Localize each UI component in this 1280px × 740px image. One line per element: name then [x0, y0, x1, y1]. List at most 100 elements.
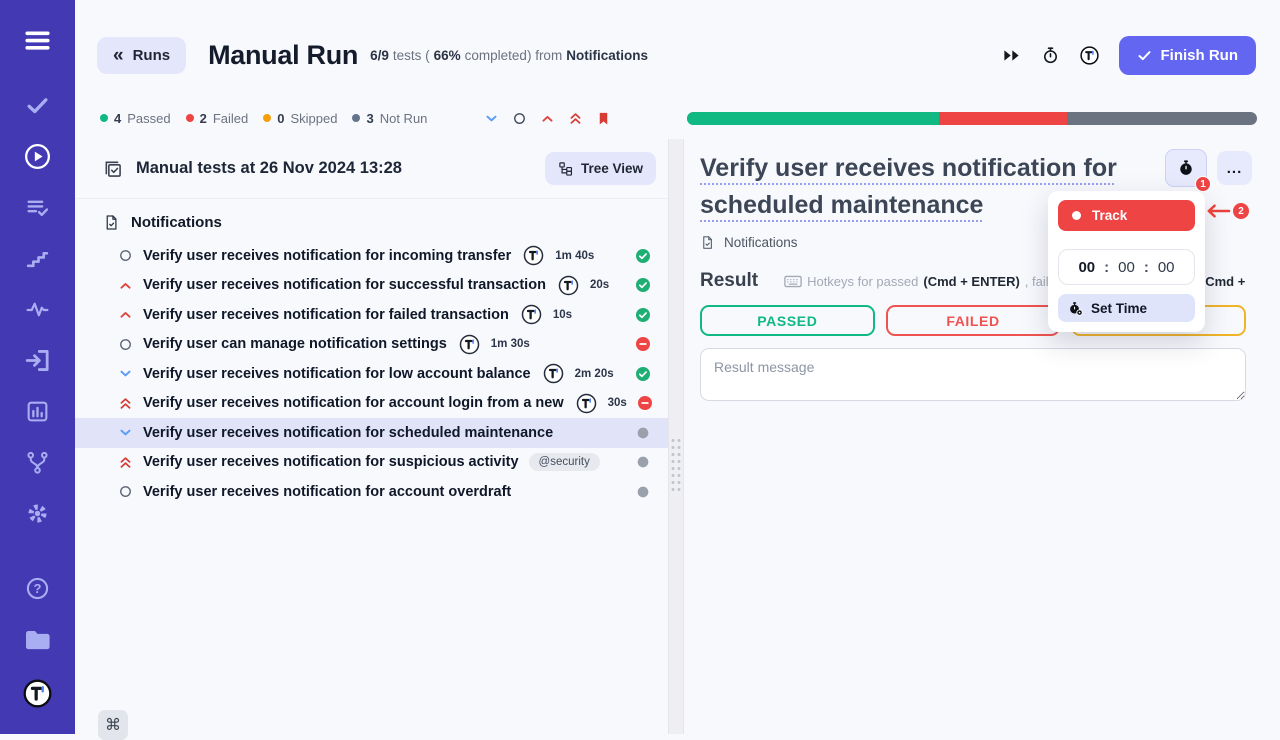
seconds-field[interactable]: 00: [1158, 259, 1175, 276]
test-duration: 20s: [590, 279, 609, 291]
passed-dot-icon: [100, 114, 108, 122]
testomat-badge-icon: [543, 363, 564, 384]
hours-field[interactable]: 00: [1078, 259, 1095, 276]
priority-normal-icon: [118, 248, 133, 263]
track-button[interactable]: Track: [1058, 200, 1195, 231]
result-message-input[interactable]: [700, 348, 1246, 401]
annotation-badge-1: 1: [1195, 176, 1211, 192]
test-row-selected[interactable]: Verify user receives notification for sc…: [75, 418, 668, 448]
steps-icon: [25, 246, 50, 271]
test-duration: 1m 30s: [491, 338, 530, 350]
minutes-field[interactable]: 00: [1118, 259, 1135, 276]
test-duration: 10s: [553, 309, 572, 321]
list-check-icon: [25, 195, 50, 220]
test-tag: @security: [529, 453, 600, 471]
testomat-badge-icon: [558, 275, 579, 296]
sidebar-item-help[interactable]: [18, 568, 58, 608]
priority-high-icon: [118, 307, 133, 322]
testomat-badge-icon: [459, 334, 480, 355]
clipboard-check-icon: [103, 159, 123, 179]
sidebar-item-branches[interactable]: [18, 442, 58, 482]
priority-high-icon: [118, 278, 133, 293]
priority-low-icon: [118, 425, 133, 440]
check-icon: [25, 93, 50, 118]
test-row[interactable]: Verify user receives notification for ac…: [75, 477, 668, 507]
fast-forward-button[interactable]: [1002, 46, 1021, 65]
question-circle-icon: [25, 576, 50, 601]
testomat-logo-icon: [23, 679, 52, 708]
testomat-logo-icon: [1080, 46, 1099, 65]
priority-critical-icon: [118, 396, 133, 411]
test-row[interactable]: Verify user receives notification for in…: [75, 241, 668, 271]
panel-splitter[interactable]: [668, 139, 684, 734]
test-row[interactable]: Verify user receives notification for su…: [75, 448, 668, 478]
filter-low-priority[interactable]: [484, 111, 499, 126]
circle-icon: [512, 111, 527, 126]
percent-completed: 66%: [434, 48, 461, 63]
ellipsis-icon: ...: [1227, 160, 1243, 177]
keyboard-icon: [784, 275, 802, 288]
filter-bookmark[interactable]: [596, 111, 611, 126]
set-time-button[interactable]: Set Time: [1058, 294, 1195, 322]
testomat-badge-icon: [521, 304, 542, 325]
run-progress-bar: [687, 112, 1257, 125]
command-shortcut-badge[interactable]: ⌘: [98, 710, 128, 740]
test-duration: 30s: [608, 397, 627, 409]
passed-result-button[interactable]: PASSED: [700, 305, 875, 336]
menu-button[interactable]: [18, 20, 58, 60]
result-label: Result: [700, 270, 758, 292]
run-progress-summary: 6/9 tests ( 66% completed) from Notifica…: [370, 48, 648, 63]
test-row[interactable]: Verify user receives notification for lo…: [75, 359, 668, 389]
test-row[interactable]: Verify user receives notification for fa…: [75, 300, 668, 330]
timer-button[interactable]: [1041, 46, 1060, 65]
filter-critical-priority[interactable]: [568, 111, 583, 126]
sidebar-item-analytics[interactable]: [18, 391, 58, 431]
result-failed-icon: [637, 395, 653, 411]
app-logo-button[interactable]: [1080, 46, 1099, 65]
filter-normal-priority[interactable]: [512, 111, 527, 126]
timer-popup: Track 00 : 00 : 00 Set Time: [1048, 191, 1205, 332]
sidebar-item-import[interactable]: [18, 340, 58, 380]
main-area: « Runs Manual Run 6/9 tests ( 66% comple…: [75, 0, 1280, 734]
priority-critical-icon: [118, 455, 133, 470]
priority-low-icon: [118, 366, 133, 381]
suite-group-header[interactable]: Notifications: [75, 210, 668, 241]
finish-run-button[interactable]: Finish Run: [1119, 36, 1257, 75]
sidebar-item-settings[interactable]: [18, 493, 58, 533]
sidebar-item-activity[interactable]: [18, 289, 58, 329]
track-time-button[interactable]: 1: [1165, 149, 1207, 187]
tree-view-button[interactable]: Tree View: [545, 152, 656, 185]
tree-icon: [558, 161, 573, 176]
result-not-run-icon: [635, 425, 651, 441]
sidebar-item-plans[interactable]: [18, 187, 58, 227]
gear-icon: [25, 501, 50, 526]
content: Manual tests at 26 Nov 2024 13:28 Tree V…: [75, 139, 1280, 734]
back-to-runs-button[interactable]: « Runs: [97, 37, 186, 74]
priority-normal-icon: [118, 484, 133, 499]
skipped-dot-icon: [263, 114, 271, 122]
filter-high-priority[interactable]: [540, 111, 555, 126]
back-label: Runs: [133, 47, 171, 64]
more-actions-button[interactable]: ...: [1217, 151, 1252, 185]
test-row[interactable]: Verify user can manage notification sett…: [75, 330, 668, 360]
annotation-arrow: 2: [1204, 203, 1249, 219]
sidebar-logo[interactable]: [18, 673, 58, 713]
sidebar: [0, 0, 75, 734]
record-dot-icon: [1072, 211, 1081, 220]
double-chevron-up-icon: [568, 111, 583, 126]
sidebar-item-milestones[interactable]: [18, 238, 58, 278]
time-input-group[interactable]: 00 : 00 : 00: [1058, 249, 1195, 285]
test-row[interactable]: Verify user receives notification for su…: [75, 271, 668, 301]
sidebar-item-tests[interactable]: [18, 85, 58, 125]
git-branch-icon: [25, 450, 50, 475]
topbar: « Runs Manual Run 6/9 tests ( 66% comple…: [75, 0, 1280, 105]
sidebar-item-projects[interactable]: [18, 619, 58, 659]
result-not-run-icon: [635, 454, 651, 470]
test-row[interactable]: Verify user receives notification for ac…: [75, 389, 668, 419]
file-check-icon: [700, 235, 715, 250]
pulse-icon: [25, 297, 50, 322]
failed-result-button[interactable]: FAILED: [886, 305, 1061, 336]
chevron-down-icon: [484, 111, 499, 126]
stat-skipped: 0Skipped: [263, 111, 337, 126]
sidebar-item-runs[interactable]: [18, 136, 58, 176]
